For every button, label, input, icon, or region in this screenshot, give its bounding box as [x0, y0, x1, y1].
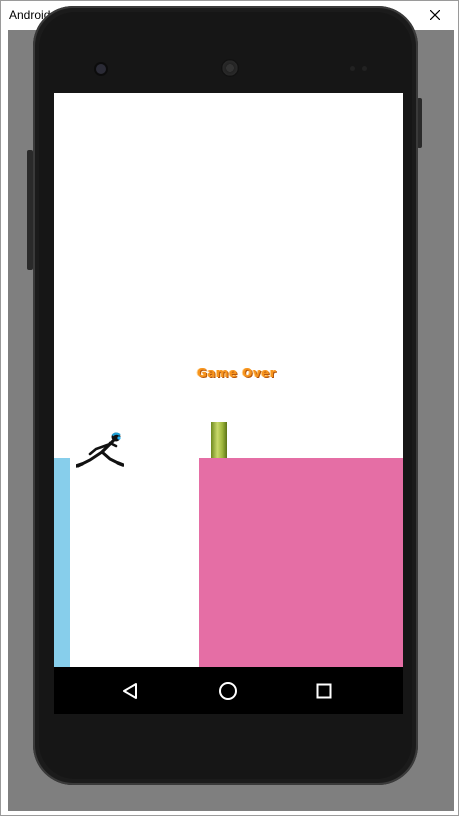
game-canvas[interactable]: Game Over — [54, 93, 403, 667]
recents-button[interactable] — [308, 675, 340, 707]
close-button[interactable] — [412, 1, 458, 29]
back-triangle-icon — [123, 683, 137, 699]
home-circle-icon — [219, 682, 237, 700]
phone-screen[interactable]: Game Over — [54, 93, 403, 714]
android-nav-bar — [54, 667, 403, 714]
left-platform — [54, 458, 70, 667]
speaker-icon — [221, 59, 239, 77]
recents-square-icon — [316, 683, 332, 699]
stick-runner-icon — [76, 432, 124, 468]
close-icon — [430, 10, 440, 20]
right-platform — [199, 458, 403, 667]
front-camera-icon — [96, 64, 106, 74]
game-over-text: Game Over — [197, 366, 277, 380]
home-button[interactable] — [212, 675, 244, 707]
sensor-icon — [362, 66, 367, 71]
pipe-obstacle — [211, 422, 227, 458]
back-button[interactable] — [114, 675, 146, 707]
sensor-icon — [350, 66, 355, 71]
